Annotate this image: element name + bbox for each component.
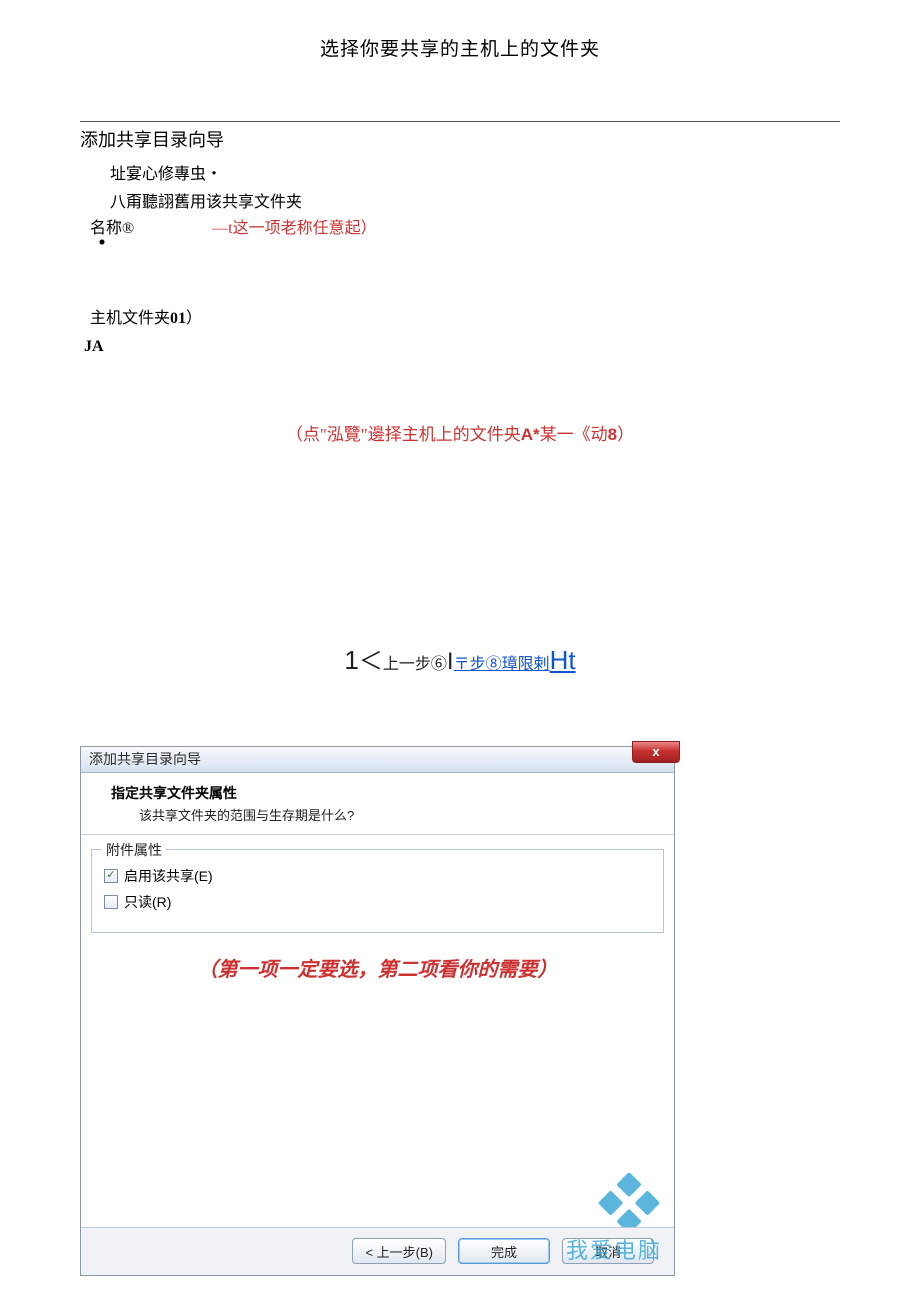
checkbox-read-only[interactable] <box>104 895 118 909</box>
read-only-label: 只读(R) <box>124 892 171 912</box>
enable-share-label: 启用该共享(E) <box>124 866 213 886</box>
watermark-logo-icon <box>594 1173 664 1233</box>
divider <box>80 121 840 122</box>
nav-lt: ＜ <box>359 648 383 675</box>
red-instruction: （第一项一定要选，第二项看你的需要） <box>81 953 674 982</box>
dialog-subheader: 指定共享文件夹属性 该共享文件夹的范围与生存期是什么? <box>81 773 674 835</box>
ja-text: JA <box>84 338 840 356</box>
close-button[interactable]: x <box>632 741 680 763</box>
nav-next[interactable]: 〒步⑧ <box>454 656 502 673</box>
wizard-line-2: 八甭聽詡舊用该共享文件夹 <box>110 188 840 212</box>
name-hint: —t这一项老称任意起） <box>212 220 376 237</box>
dialog-titlebar: 添加共享目录向导 x <box>81 747 674 773</box>
nav-line: 1＜上一步⑥I〒步⑧璋限剌Ht <box>80 641 840 676</box>
nav-ht[interactable]: Ht <box>550 645 576 675</box>
dialog-heading: 指定共享文件夹属性 <box>111 783 658 803</box>
host-folder-label: 主机文件夹01） <box>90 310 202 327</box>
nav-limit[interactable]: 璋限剌 <box>502 656 550 673</box>
nav-prev[interactable]: 上一步⑥ <box>383 656 447 673</box>
enable-share-row[interactable]: ✓ 启用该共享(E) <box>104 866 653 886</box>
finish-button[interactable]: 完成 <box>458 1238 550 1264</box>
wizard-dialog: 添加共享目录向导 x 指定共享文件夹属性 该共享文件夹的范围与生存期是什么? 附… <box>80 746 675 1276</box>
page-title: 选择你要共享的主机上的文件夹 <box>80 34 840 61</box>
dialog-button-bar: < 上一步(B) 完成 取消 我爱电脑 <box>81 1227 674 1275</box>
back-button[interactable]: < 上一步(B) <box>352 1238 446 1264</box>
read-only-row[interactable]: 只读(R) <box>104 892 653 912</box>
attachments-group: 附件属性 ✓ 启用该共享(E) 只读(R) <box>91 849 664 933</box>
nav-pipe: I <box>447 648 454 675</box>
group-label: 附件属性 <box>102 840 166 860</box>
dialog-title: 添加共享目录向导 <box>89 749 201 769</box>
watermark <box>594 1173 664 1233</box>
wizard-line-1: 址宴心修專虫・ <box>110 162 840 188</box>
dialog-subheading: 该共享文件夹的范围与生存期是什么? <box>139 805 658 824</box>
dot-bullet: ・ <box>90 238 840 250</box>
wizard-title-1: 添加共享目录向导 <box>80 126 840 152</box>
nav-one: 1 <box>344 645 358 675</box>
cancel-button[interactable]: 取消 <box>562 1238 654 1264</box>
browse-hint: （点"泓覽"邊择主机上的文件央A*某一《动8） <box>80 420 840 445</box>
checkbox-enable-share[interactable]: ✓ <box>104 869 118 883</box>
